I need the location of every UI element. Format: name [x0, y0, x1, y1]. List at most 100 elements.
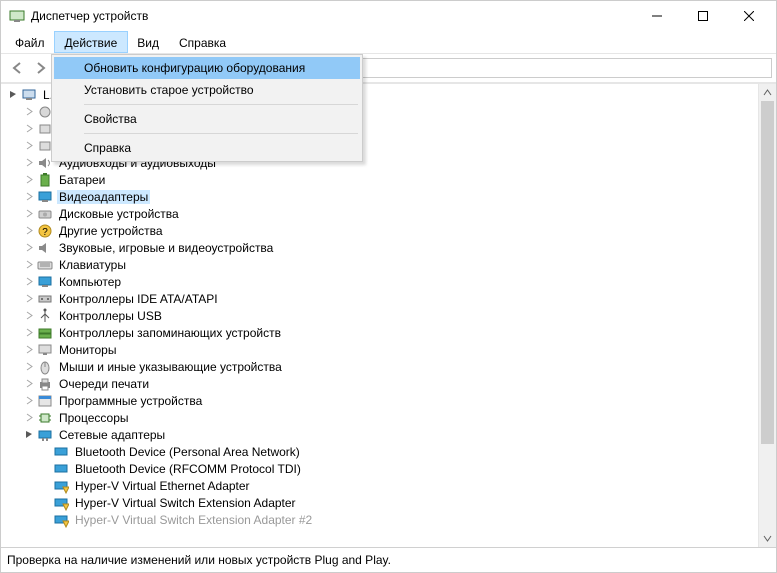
tree-item-disk-drives[interactable]: Дисковые устройства: [3, 205, 759, 222]
controller-icon: [37, 291, 53, 307]
chevron-right-icon[interactable]: [23, 276, 35, 288]
title-bar: Диспетчер устройств: [1, 1, 776, 31]
tree-item-print-queues[interactable]: Очереди печати: [3, 375, 759, 392]
chevron-right-icon[interactable]: [23, 106, 35, 118]
tree-item-processors[interactable]: Процессоры: [3, 409, 759, 426]
tree-item-label: Hyper-V Virtual Switch Extension Adapter: [73, 496, 298, 510]
chevron-right-icon[interactable]: [23, 344, 35, 356]
chevron-right-icon[interactable]: [23, 208, 35, 220]
tree-item-label: Дисковые устройства: [57, 207, 181, 221]
tree-item-network-device[interactable]: Hyper-V Virtual Ethernet Adapter: [3, 477, 759, 494]
tree-item-other-devices[interactable]: ? Другие устройства: [3, 222, 759, 239]
scrollbar-track[interactable]: [759, 101, 776, 530]
display-icon: [37, 189, 53, 205]
menu-item-scan-hardware[interactable]: Обновить конфигурацию оборудования: [54, 57, 360, 79]
menu-file[interactable]: Файл: [5, 31, 55, 53]
tree-item-display-adapters[interactable]: Видеоадаптеры: [3, 188, 759, 205]
tree-item-label: Компьютер: [57, 275, 123, 289]
menu-bar: Файл Действие Вид Справка: [1, 31, 776, 54]
menu-item-label: Установить старое устройство: [84, 83, 254, 97]
tree-item-network-device[interactable]: Bluetooth Device (RFCOMM Protocol TDI): [3, 460, 759, 477]
battery-icon: [37, 172, 53, 188]
tree-item-keyboards[interactable]: Клавиатуры: [3, 256, 759, 273]
svg-text:?: ?: [42, 227, 48, 238]
scroll-up-arrow-icon[interactable]: [759, 84, 776, 101]
tree-item-network-adapters[interactable]: Сетевые адаптеры: [3, 426, 759, 443]
menu-help[interactable]: Справка: [169, 31, 236, 53]
chevron-right-icon[interactable]: [23, 327, 35, 339]
menu-separator: [84, 133, 358, 134]
scroll-down-arrow-icon[interactable]: [759, 530, 776, 547]
tree-item-label: Hyper-V Virtual Ethernet Adapter: [73, 479, 252, 493]
chevron-right-icon[interactable]: [23, 378, 35, 390]
chevron-right-icon[interactable]: [23, 310, 35, 322]
chevron-right-icon[interactable]: [23, 157, 35, 169]
menu-item-label: Справка: [84, 141, 131, 155]
maximize-button[interactable]: [680, 1, 726, 31]
tree-item-storage-controllers[interactable]: Контроллеры запоминающих устройств: [3, 324, 759, 341]
chevron-right-icon[interactable]: [23, 412, 35, 424]
network-warning-icon: [53, 478, 69, 494]
tree-item-label: Контроллеры запоминающих устройств: [57, 326, 283, 340]
back-button[interactable]: [9, 59, 27, 77]
app-icon: [9, 8, 25, 24]
computer-icon: [21, 87, 37, 103]
menu-item-help[interactable]: Справка: [54, 137, 360, 159]
chevron-right-icon[interactable]: [23, 140, 35, 152]
tree-item-label: Bluetooth Device (RFCOMM Protocol TDI): [73, 462, 303, 476]
chevron-right-icon[interactable]: [23, 395, 35, 407]
cpu-icon: [37, 410, 53, 426]
menu-separator: [84, 104, 358, 105]
network-warning-icon: [53, 512, 69, 528]
menu-action[interactable]: Действие: [54, 31, 129, 53]
expander-icon[interactable]: [7, 89, 19, 101]
chevron-right-icon[interactable]: [23, 259, 35, 271]
tree-item-network-device[interactable]: Bluetooth Device (Personal Area Network): [3, 443, 759, 460]
menu-item-properties[interactable]: Свойства: [54, 108, 360, 130]
software-icon: [37, 393, 53, 409]
tree-item-label: Hyper-V Virtual Switch Extension Adapter…: [73, 513, 314, 527]
menu-item-label: Свойства: [84, 112, 137, 126]
tree-item-computer[interactable]: Компьютер: [3, 273, 759, 290]
tree-item-label: Очереди печати: [57, 377, 151, 391]
tree-item-network-device[interactable]: Hyper-V Virtual Switch Extension Adapter: [3, 494, 759, 511]
chevron-right-icon[interactable]: [23, 242, 35, 254]
close-button[interactable]: [726, 1, 772, 31]
tree-item-monitors[interactable]: Мониторы: [3, 341, 759, 358]
menu-view[interactable]: Вид: [127, 31, 169, 53]
forward-button[interactable]: [31, 59, 49, 77]
keyboard-icon: [37, 257, 53, 273]
chevron-right-icon[interactable]: [23, 191, 35, 203]
tree-item-label: Звуковые, игровые и видеоустройства: [57, 241, 275, 255]
chevron-right-icon[interactable]: [23, 123, 35, 135]
vertical-scrollbar[interactable]: [758, 84, 776, 547]
action-menu-dropdown: Обновить конфигурацию оборудования Устан…: [51, 54, 363, 162]
tree-item-mice[interactable]: Мыши и иные указывающие устройства: [3, 358, 759, 375]
chevron-right-icon[interactable]: [23, 361, 35, 373]
tree-item-label: Bluetooth Device (Personal Area Network): [73, 445, 302, 459]
tree-item-ide-controllers[interactable]: Контроллеры IDE ATA/ATAPI: [3, 290, 759, 307]
menu-item-add-legacy[interactable]: Установить старое устройство: [54, 79, 360, 101]
computer-icon: [37, 274, 53, 290]
tree-item-label: Мыши и иные указывающие устройства: [57, 360, 284, 374]
chevron-right-icon[interactable]: [23, 174, 35, 186]
network-icon: [37, 427, 53, 443]
tree-item-network-device[interactable]: Hyper-V Virtual Switch Extension Adapter…: [3, 511, 759, 528]
tree-item-label: Контроллеры IDE ATA/ATAPI: [57, 292, 220, 306]
minimize-button[interactable]: [634, 1, 680, 31]
disk-icon: [37, 206, 53, 222]
chevron-down-icon[interactable]: [23, 429, 35, 441]
tree-item-usb-controllers[interactable]: Контроллеры USB: [3, 307, 759, 324]
monitor-icon: [37, 342, 53, 358]
tree-item-batteries[interactable]: Батареи: [3, 171, 759, 188]
menu-item-label: Обновить конфигурацию оборудования: [84, 61, 305, 75]
scrollbar-thumb[interactable]: [761, 101, 774, 444]
chevron-right-icon[interactable]: [23, 225, 35, 237]
mouse-icon: [37, 359, 53, 375]
tree-item-label: Видеоадаптеры: [57, 190, 150, 204]
storage-icon: [37, 325, 53, 341]
chevron-right-icon[interactable]: [23, 293, 35, 305]
tree-item-software-devices[interactable]: Программные устройства: [3, 392, 759, 409]
tree-item-sound-video-game[interactable]: Звуковые, игровые и видеоустройства: [3, 239, 759, 256]
network-icon: [53, 461, 69, 477]
